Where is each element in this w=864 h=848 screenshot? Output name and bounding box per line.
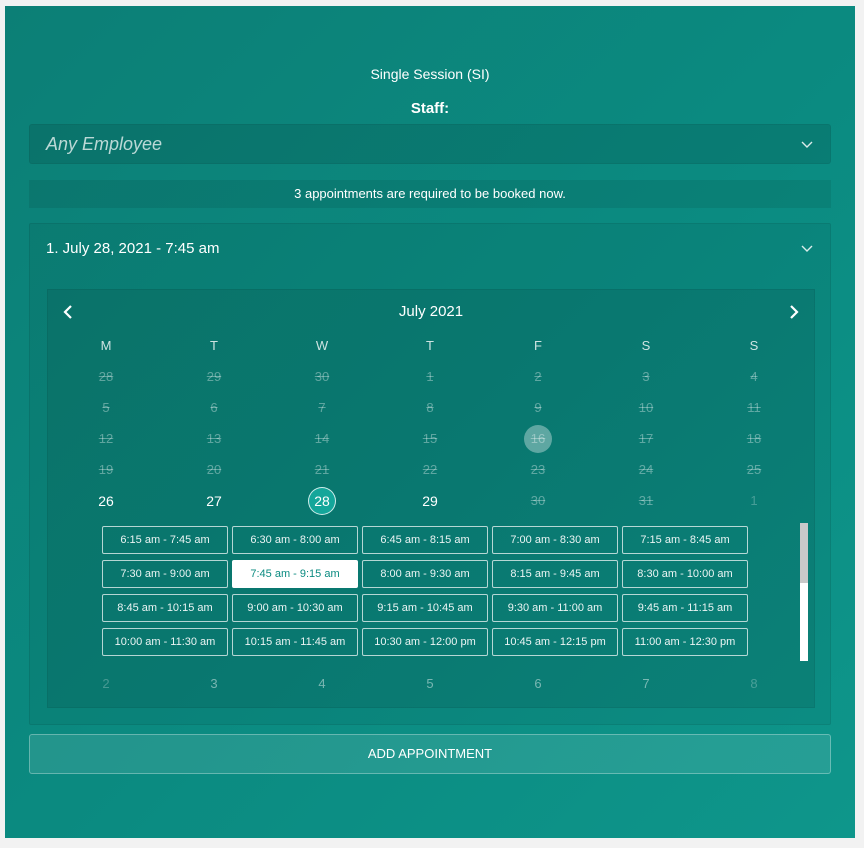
staff-select-value: Any Employee	[46, 133, 163, 154]
next-month-button[interactable]	[782, 300, 806, 324]
chevron-down-icon	[801, 141, 813, 148]
calendar-day-selected[interactable]: 28	[308, 487, 336, 515]
calendar-day: 30	[530, 493, 546, 508]
appointment-label: 1. July 28, 2021 - 7:45 am	[46, 239, 220, 257]
calendar-week: 2 3 4 5 6 7 8	[48, 670, 816, 698]
time-slot[interactable]: 10:30 am - 12:00 pm	[362, 628, 488, 656]
calendar-day[interactable]: 26	[86, 487, 126, 515]
service-title: Single Session (SI)	[370, 66, 490, 82]
time-slot[interactable]: 6:15 am - 7:45 am	[102, 526, 228, 554]
staff-select[interactable]: Any Employee	[29, 124, 831, 164]
scrollbar-thumb[interactable]	[800, 523, 808, 583]
calendar-day[interactable]: 4	[302, 670, 342, 698]
calendar-week: 26 27 28 29 30 31 1	[48, 487, 816, 515]
time-slot[interactable]: 9:30 am - 11:00 am	[492, 594, 618, 622]
calendar-day: 8	[426, 400, 434, 415]
calendar-day: 31	[638, 493, 654, 508]
time-slot[interactable]: 7:30 am - 9:00 am	[102, 560, 228, 588]
calendar-day: 22	[422, 462, 438, 477]
time-slot[interactable]: 7:00 am - 8:30 am	[492, 526, 618, 554]
calendar-day: 9	[534, 400, 542, 415]
calendar-day: 10	[638, 400, 654, 415]
time-slot[interactable]: 6:45 am - 8:15 am	[362, 526, 488, 554]
time-slot[interactable]: 8:15 am - 9:45 am	[492, 560, 618, 588]
chevron-down-icon	[801, 245, 813, 252]
calendar-day: 14	[314, 431, 330, 446]
calendar-day[interactable]: 27	[194, 487, 234, 515]
calendar-day: 1	[750, 493, 758, 508]
calendar-week: 12 13 14 15 16 17 18	[48, 425, 816, 453]
weekday-label: S	[749, 338, 759, 353]
calendar-day: 13	[206, 431, 222, 446]
calendar-day[interactable]: 6	[518, 670, 558, 698]
weekday-label: W	[315, 338, 329, 353]
time-slot[interactable]: 8:45 am - 10:15 am	[102, 594, 228, 622]
calendar-day: 16	[524, 425, 552, 453]
calendar-day: 17	[638, 431, 654, 446]
calendar-day: 19	[98, 462, 114, 477]
time-slot-selected[interactable]: 7:45 am - 9:15 am	[232, 560, 358, 588]
calendar-day: 15	[422, 431, 438, 446]
calendar-day: 7	[318, 400, 326, 415]
time-slot-scrollbar[interactable]	[800, 523, 808, 661]
weekday-label: S	[641, 338, 651, 353]
calendar-week: 19 20 21 22 23 24 25	[48, 456, 816, 484]
calendar-day[interactable]: 5	[410, 670, 450, 698]
weekday-label: T	[210, 338, 218, 353]
calendar-day: 1	[426, 369, 434, 384]
calendar-day[interactable]: 29	[410, 487, 450, 515]
calendar-day: 30	[314, 369, 330, 384]
calendar-day: 3	[642, 369, 650, 384]
appointment-header[interactable]: 1. July 28, 2021 - 7:45 am	[30, 224, 830, 272]
chevron-right-icon	[790, 305, 799, 319]
time-slot-list: 6:15 am - 7:45 am 6:30 am - 8:00 am 6:45 a…	[102, 526, 812, 662]
calendar-day: 2	[534, 369, 542, 384]
calendar-day: 4	[750, 369, 758, 384]
time-slot[interactable]: 9:00 am - 10:30 am	[232, 594, 358, 622]
weekday-label: T	[426, 338, 434, 353]
time-slot[interactable]: 8:00 am - 9:30 am	[362, 560, 488, 588]
calendar-day: 24	[638, 462, 654, 477]
calendar-day: 28	[98, 369, 114, 384]
calendar-week: 5 6 7 8 9 10 11	[48, 394, 816, 422]
calendar-day: 11	[747, 400, 761, 415]
calendar-day: 25	[746, 462, 762, 477]
time-slot[interactable]: 10:15 am - 11:45 am	[232, 628, 358, 656]
calendar-day: 18	[746, 431, 762, 446]
calendar-week: 28 29 30 1 2 3 4	[48, 363, 816, 391]
time-slot[interactable]: 10:00 am - 11:30 am	[102, 628, 228, 656]
time-slot[interactable]: 7:15 am - 8:45 am	[622, 526, 748, 554]
time-slot[interactable]: 8:30 am - 10:00 am	[622, 560, 748, 588]
add-appointment-button[interactable]: ADD APPOINTMENT	[29, 734, 831, 774]
calendar-day[interactable]: 7	[626, 670, 666, 698]
weekday-label: F	[534, 338, 542, 353]
calendar: July 2021 MTWTFSS 28 29 30 1 2 3 4 5 6 7 8 9 10 11 12 1…	[47, 289, 815, 708]
time-slot[interactable]: 6:30 am - 8:00 am	[232, 526, 358, 554]
calendar-day: 12	[98, 431, 114, 446]
appointment-item: 1. July 28, 2021 - 7:45 am July 2021 M T W…	[29, 223, 831, 725]
time-slot[interactable]: 9:15 am - 10:45 am	[362, 594, 488, 622]
time-slot[interactable]: 11:00 am - 12:30 pm	[622, 628, 748, 656]
calendar-day: 20	[206, 462, 222, 477]
required-notice: 3 appointments are required to be booked…	[29, 180, 831, 208]
calendar-day[interactable]: 3	[194, 670, 234, 698]
calendar-day: 23	[530, 462, 546, 477]
calendar-day: 21	[314, 462, 330, 477]
calendar-day: 5	[102, 400, 110, 415]
weekday-header: MTWTFSS	[48, 332, 816, 360]
calendar-day: 29	[206, 369, 222, 384]
time-slot[interactable]: 9:45 am - 11:15 am	[622, 594, 748, 622]
calendar-day: 8	[750, 676, 758, 691]
calendar-day: 2	[102, 676, 110, 691]
time-slot[interactable]: 10:45 am - 12:15 pm	[492, 628, 618, 656]
month-label: July 2021	[398, 303, 464, 320]
staff-label: Staff:	[410, 100, 450, 117]
calendar-day: 6	[210, 400, 218, 415]
booking-panel: Single Session (SI) Staff: Any Employee …	[5, 6, 855, 838]
weekday-label: M	[100, 338, 112, 353]
